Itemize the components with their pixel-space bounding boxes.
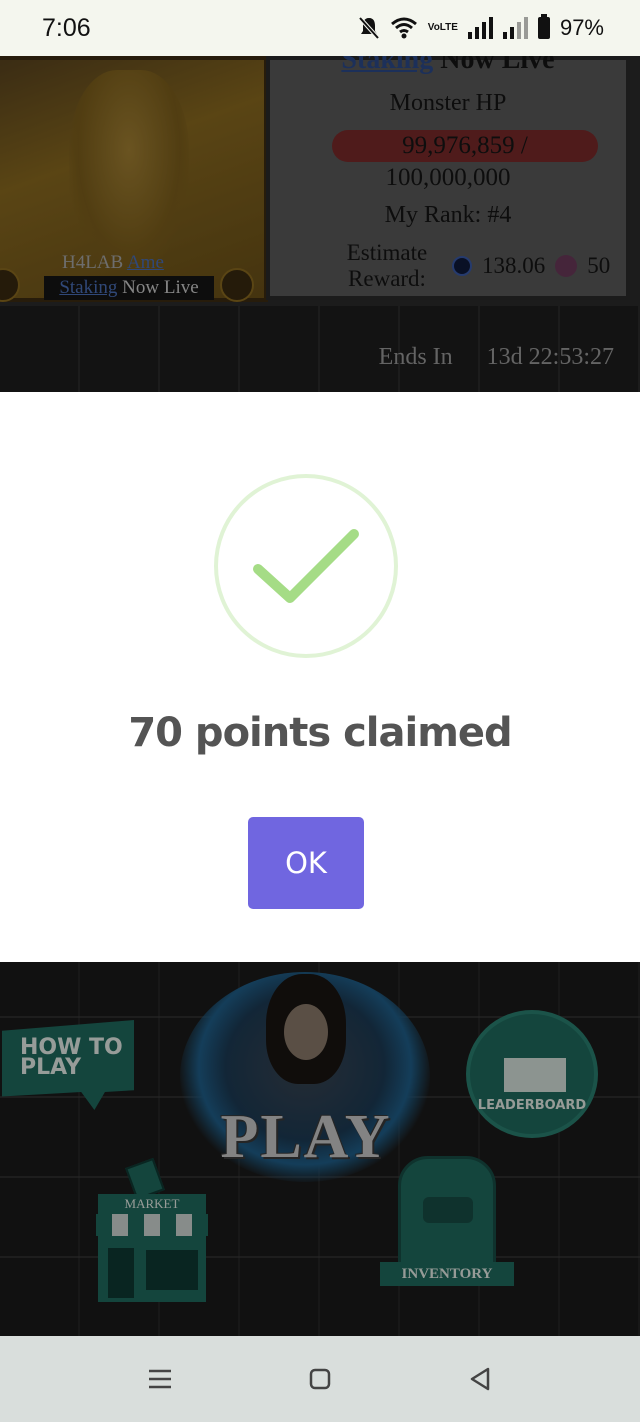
- system-nav-bar: [0, 1336, 640, 1422]
- checkmark-icon: [253, 529, 359, 603]
- battery-icon: [537, 14, 550, 39]
- success-dialog: 70 points claimed OK: [0, 392, 640, 962]
- game-header: H4LAB Ame Staking Now Live Staking Now L…: [0, 56, 640, 392]
- overlay-dim: [0, 962, 640, 1336]
- overlay-dim: [0, 56, 640, 392]
- dialog-title: 70 points claimed: [128, 710, 512, 756]
- status-time: 7:06: [42, 13, 91, 42]
- game-menu: HOW TO PLAY PLAY LEADERBOARD MARKET INVE…: [0, 962, 640, 1336]
- back-button[interactable]: [460, 1359, 500, 1399]
- ok-button[interactable]: OK: [248, 817, 364, 909]
- signal-icon: [467, 17, 493, 39]
- signal-icon: [502, 17, 528, 39]
- menu-icon: [149, 1369, 171, 1389]
- bell-off-icon: [358, 16, 380, 40]
- recent-apps-button[interactable]: [140, 1359, 180, 1399]
- wifi-icon: [390, 17, 417, 39]
- volte-icon: VoLTE: [427, 22, 458, 33]
- battery-level: 97%: [559, 15, 604, 40]
- status-icons: VoLTE 97%: [358, 14, 604, 41]
- status-bar: 7:06 VoLTE 97%: [0, 0, 640, 56]
- home-square-icon: [309, 1368, 331, 1390]
- back-triangle-icon: [470, 1367, 490, 1391]
- home-button[interactable]: [300, 1359, 340, 1399]
